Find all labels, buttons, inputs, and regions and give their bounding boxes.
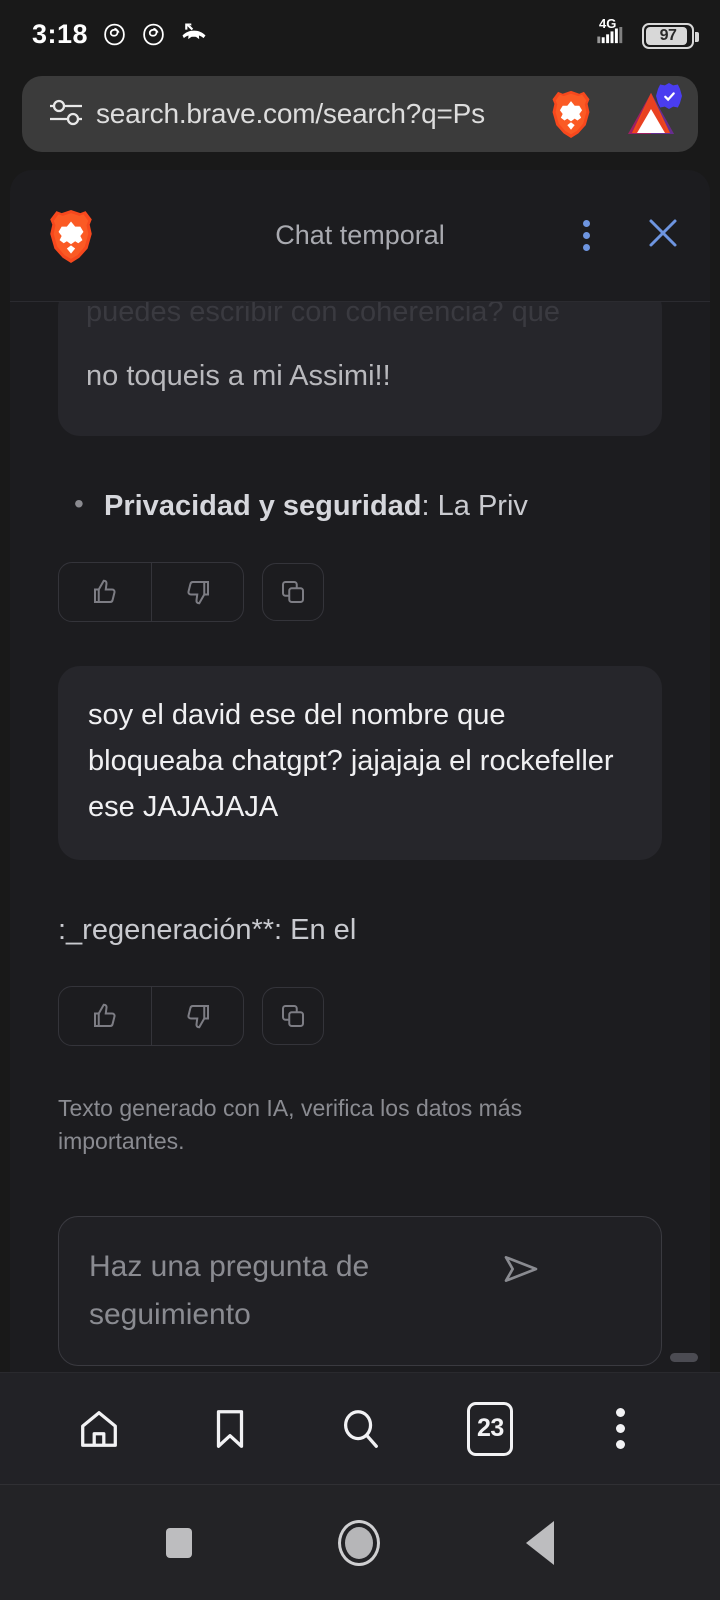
close-icon[interactable] bbox=[646, 216, 680, 255]
url-text[interactable]: search.brave.com/search?q=Ps bbox=[96, 98, 538, 130]
leo-chat-panel: Chat temporal puedes escribir con cohere… bbox=[10, 170, 710, 1372]
copy-icon[interactable] bbox=[262, 563, 324, 621]
browser-toolbar: 23 bbox=[0, 1372, 720, 1484]
more-vertical-icon[interactable] bbox=[573, 214, 600, 257]
battery-indicator: 97 bbox=[642, 23, 699, 49]
thumbs-up-icon[interactable] bbox=[59, 987, 151, 1045]
message-list[interactable]: puedes escribir con coherencia? que no t… bbox=[10, 302, 710, 1372]
tab-counter-button[interactable]: 23 bbox=[457, 1396, 523, 1462]
brave-lion-icon[interactable] bbox=[548, 90, 594, 138]
status-bar: 3:18 4G 97 bbox=[0, 0, 720, 68]
vote-pill bbox=[58, 562, 244, 622]
composer-zone: Haz una pregunta de seguimiento bbox=[58, 1158, 662, 1366]
threads-icon bbox=[102, 22, 127, 47]
message-bubble-user: soy el david ese del nombre que bloqueab… bbox=[58, 666, 662, 860]
status-bar-right: 4G 97 bbox=[592, 16, 699, 49]
header-actions bbox=[573, 214, 680, 257]
square-recents-icon[interactable] bbox=[166, 1527, 192, 1558]
triangle-back-icon[interactable] bbox=[526, 1520, 554, 1565]
scrollbar-thumb[interactable] bbox=[670, 1353, 698, 1362]
assistant-bold-label: Privacidad y seguridad bbox=[104, 490, 422, 522]
thumbs-down-icon[interactable] bbox=[151, 563, 243, 621]
tune-icon[interactable] bbox=[48, 97, 86, 132]
ai-disclaimer: Texto generado con IA, verifica los dato… bbox=[58, 1095, 523, 1154]
assistant-text: : La Priv bbox=[421, 490, 528, 522]
status-clock: 3:18 bbox=[32, 18, 89, 49]
status-bar-left: 3:18 bbox=[32, 19, 210, 50]
thumbs-down-icon[interactable] bbox=[151, 987, 243, 1045]
more-vertical-icon[interactable] bbox=[588, 1396, 654, 1462]
chat-panel-header: Chat temporal bbox=[10, 170, 710, 302]
assistant-message-line: Privacidad y seguridad: La Priv bbox=[58, 482, 662, 528]
url-bar-zone: search.brave.com/search?q=Ps bbox=[0, 68, 720, 170]
tab-count: 23 bbox=[467, 1401, 514, 1456]
message-text: no toqueis a mi Assimi!! bbox=[86, 360, 391, 392]
threads-icon bbox=[141, 22, 166, 47]
brave-lion-icon bbox=[46, 209, 96, 263]
message-action-row bbox=[58, 986, 662, 1046]
vote-pill bbox=[58, 986, 244, 1046]
android-navigation-bar bbox=[0, 1484, 720, 1600]
bat-triangle-icon[interactable] bbox=[626, 83, 682, 139]
home-icon[interactable] bbox=[66, 1396, 132, 1462]
message-action-row bbox=[58, 562, 662, 622]
message-bubble-user-clipped: puedes escribir con coherencia? que no t… bbox=[58, 302, 662, 436]
phone-screen: 3:18 4G 97 search.brave.com/search?q=Ps … bbox=[0, 0, 720, 1600]
clipped-text: puedes escribir con coherencia? que bbox=[86, 302, 560, 328]
check-badge-icon bbox=[656, 83, 682, 109]
send-icon[interactable] bbox=[501, 1243, 541, 1294]
url-bar[interactable]: search.brave.com/search?q=Ps bbox=[22, 76, 698, 152]
assistant-message-line: :_regeneración**: En el bbox=[58, 914, 357, 946]
missed-call-icon bbox=[180, 23, 210, 45]
signal-icon: 4G bbox=[592, 16, 632, 49]
circle-home-icon[interactable] bbox=[338, 1519, 380, 1566]
search-icon[interactable] bbox=[327, 1396, 393, 1462]
bookmark-icon[interactable] bbox=[197, 1396, 263, 1462]
followup-input[interactable]: Haz una pregunta de seguimiento bbox=[58, 1216, 662, 1366]
followup-placeholder[interactable]: Haz una pregunta de seguimiento bbox=[89, 1243, 489, 1339]
copy-icon[interactable] bbox=[262, 987, 324, 1045]
thumbs-up-icon[interactable] bbox=[59, 563, 151, 621]
